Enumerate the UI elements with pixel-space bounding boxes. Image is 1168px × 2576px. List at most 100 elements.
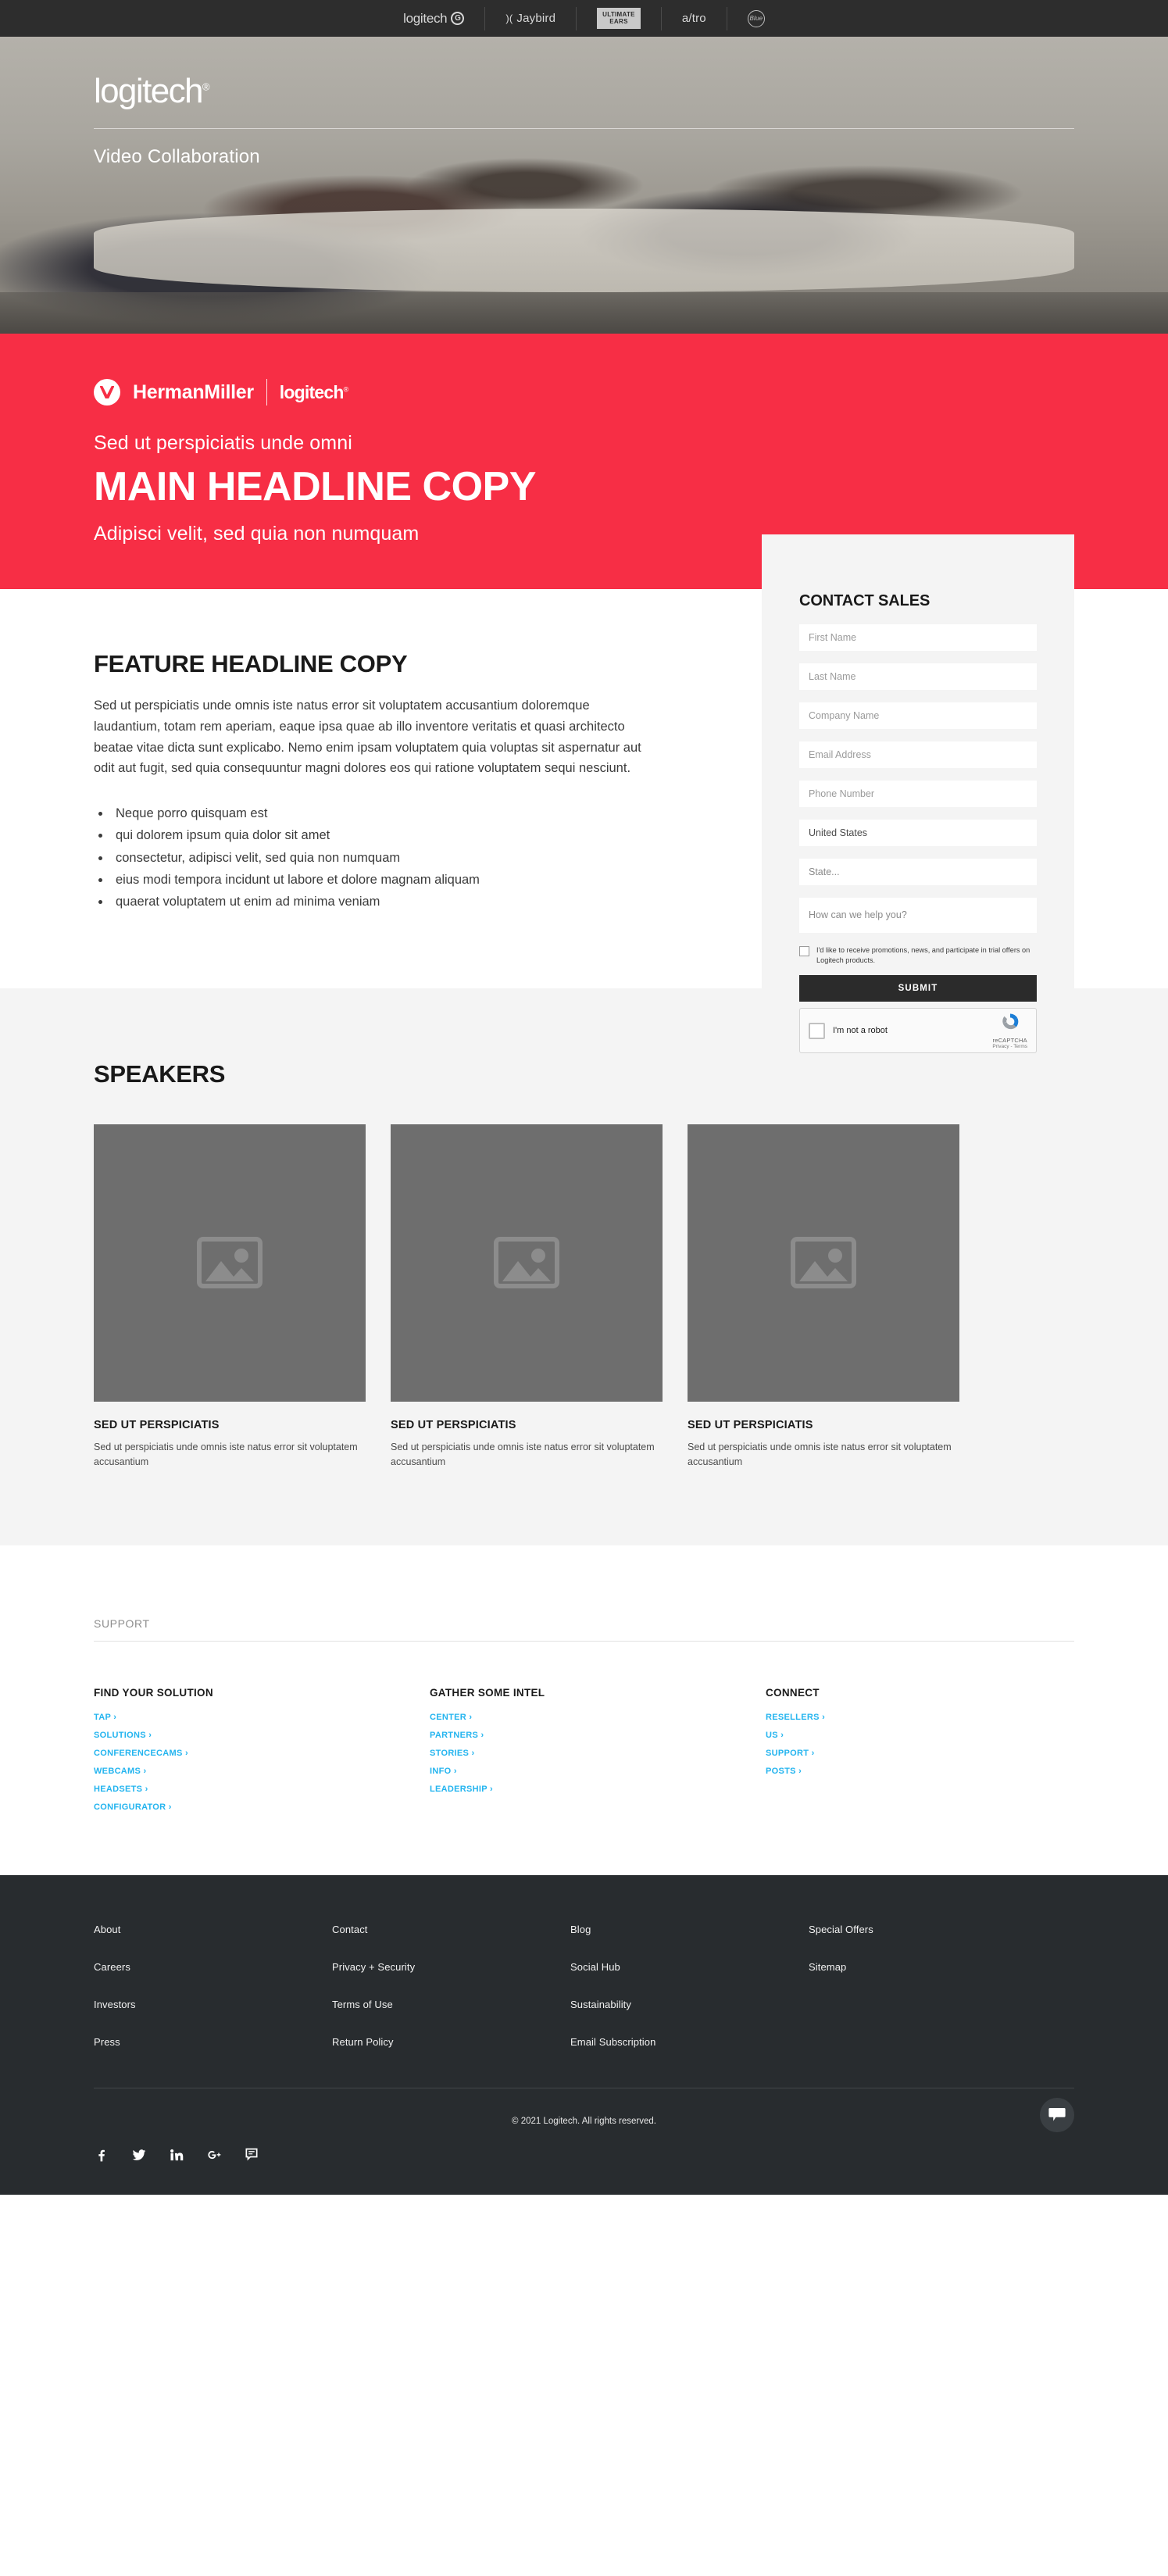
first-name-input[interactable]	[799, 624, 1037, 652]
brand-astro[interactable]: a/tro	[662, 6, 727, 30]
footer-link[interactable]: Sustainability	[570, 1999, 809, 2010]
support-divider	[94, 1640, 1074, 1642]
speaker-card[interactable]: SED UT PERSPICIATIS Sed ut perspiciatis …	[391, 1124, 663, 1470]
support-link[interactable]: US ›	[766, 1731, 825, 1740]
support-column-heading: GATHER SOME INTEL	[430, 1686, 545, 1699]
recaptcha-widget[interactable]: I'm not a robot reCAPTCHA Privacy - Term…	[799, 1008, 1037, 1054]
message-textarea[interactable]: How can we help you?	[799, 898, 1037, 934]
ue-line-2: EARS	[609, 17, 628, 25]
support-column-heading: CONNECT	[766, 1686, 820, 1699]
chevron-right-icon: ›	[166, 1802, 172, 1812]
facebook-icon[interactable]	[94, 2147, 109, 2163]
state-select[interactable]: State...	[799, 859, 1037, 886]
footer-link[interactable]: Social Hub	[570, 1961, 809, 1973]
support-link[interactable]: CONFERENCECAMS ›	[94, 1749, 430, 1758]
support-link[interactable]: SUPPORT ›	[766, 1749, 825, 1758]
hero-eyebrow: Sed ut perspiciatis unde omni	[94, 432, 352, 454]
twitter-icon[interactable]	[131, 2147, 147, 2163]
feature-bullet-list: Neque porro quisquam est qui dolorem ips…	[94, 802, 672, 913]
support-link[interactable]: CENTER ›	[430, 1713, 766, 1722]
speaker-body: Sed ut perspiciatis unde omnis iste natu…	[94, 1441, 358, 1468]
support-link[interactable]: PARTNERS ›	[430, 1731, 766, 1740]
footer-link[interactable]: Sitemap	[809, 1961, 1047, 1973]
brand-jaybird[interactable]: )( Jaybird	[485, 6, 577, 30]
chevron-right-icon: ›	[795, 1766, 802, 1776]
recaptcha-brand-text: reCAPTCHA	[992, 1037, 1027, 1045]
chevron-right-icon: ›	[469, 1748, 475, 1758]
hero-subtitle: Video Collaboration	[94, 146, 260, 167]
footer-link[interactable]: Careers	[94, 1961, 332, 1973]
recaptcha-label: I'm not a robot	[833, 1026, 888, 1036]
hero-section: logitech® Video Collaboration	[0, 37, 1168, 334]
support-link[interactable]: RESELLERS ›	[766, 1713, 825, 1722]
footer-link[interactable]: Contact	[332, 1924, 570, 1935]
support-link[interactable]: SOLUTIONS ›	[94, 1731, 430, 1740]
support-link[interactable]: POSTS ›	[766, 1767, 825, 1776]
support-link[interactable]: TAP ›	[94, 1713, 430, 1722]
support-link[interactable]: HEADSETS ›	[94, 1785, 430, 1794]
footer-link[interactable]: Return Policy	[332, 2036, 570, 2048]
footer-link[interactable]: Special Offers	[809, 1924, 1047, 1935]
footer-column-media: Blog Social Hub Sustainability Email Sub…	[570, 1924, 809, 2074]
country-select[interactable]: United States	[799, 820, 1037, 847]
company-name-input[interactable]	[799, 702, 1037, 730]
support-link[interactable]: CONFIGURATOR ›	[94, 1802, 430, 1812]
google-plus-icon[interactable]	[206, 2147, 222, 2163]
form-title: CONTACT SALES	[799, 592, 930, 610]
phone-number-input[interactable]	[799, 781, 1037, 808]
support-link[interactable]: LEADERSHIP ›	[430, 1785, 766, 1794]
optin-row[interactable]: I'd like to receive promotions, news, an…	[799, 945, 1037, 966]
list-item: qui dolorem ipsum quia dolor sit amet	[111, 824, 672, 846]
recaptcha-terms-text[interactable]: Privacy - Terms	[992, 1044, 1027, 1049]
landing-page: logitech G )( Jaybird ULTIMATE EARS a/tr…	[0, 0, 1168, 2195]
support-link-columns: FIND YOUR SOLUTION TAP › SOLUTIONS › CON…	[94, 1687, 1074, 1820]
hero-logitech-logo: logitech®	[94, 72, 209, 111]
list-item: quaerat voluptatem ut enim ad minima ven…	[111, 891, 672, 913]
support-section: SUPPORT FIND YOUR SOLUTION TAP › SOLUTIO…	[0, 1545, 1168, 1875]
hero-photo-floor	[0, 291, 1168, 334]
feature-paragraph: Sed ut perspiciatis unde omnis iste natu…	[94, 698, 641, 776]
brand-blue[interactable]: Blue	[727, 7, 785, 30]
submit-button[interactable]: SUBMIT	[799, 975, 1037, 1002]
hermanmiller-label: HermanMiller	[133, 381, 254, 403]
speakers-card-grid: SED UT PERSPICIATIS Sed ut perspiciatis …	[94, 1124, 1074, 1470]
footer-link[interactable]: Press	[94, 2036, 332, 2048]
chat-widget-button[interactable]	[1040, 2097, 1074, 2132]
chevron-right-icon: ›	[466, 1712, 473, 1722]
footer-link[interactable]: About	[94, 1924, 332, 1935]
speaker-body: Sed ut perspiciatis unde omnis iste natu…	[688, 1441, 952, 1468]
recaptcha-icon	[1002, 1013, 1018, 1030]
linkedin-icon[interactable]	[169, 2147, 184, 2163]
support-link[interactable]: STORIES ›	[430, 1749, 766, 1758]
forum-icon[interactable]	[244, 2147, 259, 2163]
footer-link[interactable]: Investors	[94, 1999, 332, 2010]
footer-column-other: Special Offers Sitemap	[809, 1924, 1047, 2074]
footer-column-legal: Contact Privacy + Security Terms of Use …	[332, 1924, 570, 2074]
support-link[interactable]: INFO ›	[430, 1767, 766, 1776]
last-name-input[interactable]	[799, 663, 1037, 691]
chevron-right-icon: ›	[142, 1784, 148, 1794]
support-title: SUPPORT	[94, 1617, 150, 1630]
footer-column-company: About Careers Investors Press	[94, 1924, 332, 2074]
copyright-text: © 2021 Logitech. All rights reserved.	[512, 2116, 656, 2126]
support-link[interactable]: WEBCAMS ›	[94, 1767, 430, 1776]
hero-divider	[94, 128, 1074, 129]
speaker-card[interactable]: SED UT PERSPICIATIS Sed ut perspiciatis …	[688, 1124, 959, 1470]
speaker-card[interactable]: SED UT PERSPICIATIS Sed ut perspiciatis …	[94, 1124, 366, 1470]
footer-link[interactable]: Email Subscription	[570, 2036, 809, 2048]
email-address-input[interactable]	[799, 741, 1037, 769]
brand-ultimate-ears[interactable]: ULTIMATE EARS	[577, 6, 662, 30]
list-item: consectetur, adipisci velit, sed quia no…	[111, 847, 672, 869]
list-item: Neque porro quisquam est	[111, 802, 672, 824]
brand-logitech[interactable]: logitech G	[383, 6, 486, 30]
footer-link[interactable]: Privacy + Security	[332, 1961, 570, 1973]
optin-checkbox[interactable]	[799, 946, 809, 957]
support-column-heading: FIND YOUR SOLUTION	[94, 1686, 213, 1699]
footer-link[interactable]: Terms of Use	[332, 1999, 570, 2010]
footer-link[interactable]: Blog	[570, 1924, 809, 1935]
chevron-right-icon: ›	[451, 1766, 457, 1776]
recaptcha-checkbox[interactable]	[809, 1022, 825, 1039]
chevron-right-icon: ›	[777, 1730, 784, 1740]
image-placeholder-icon	[197, 1237, 263, 1289]
hero-photo-table	[93, 209, 1075, 292]
